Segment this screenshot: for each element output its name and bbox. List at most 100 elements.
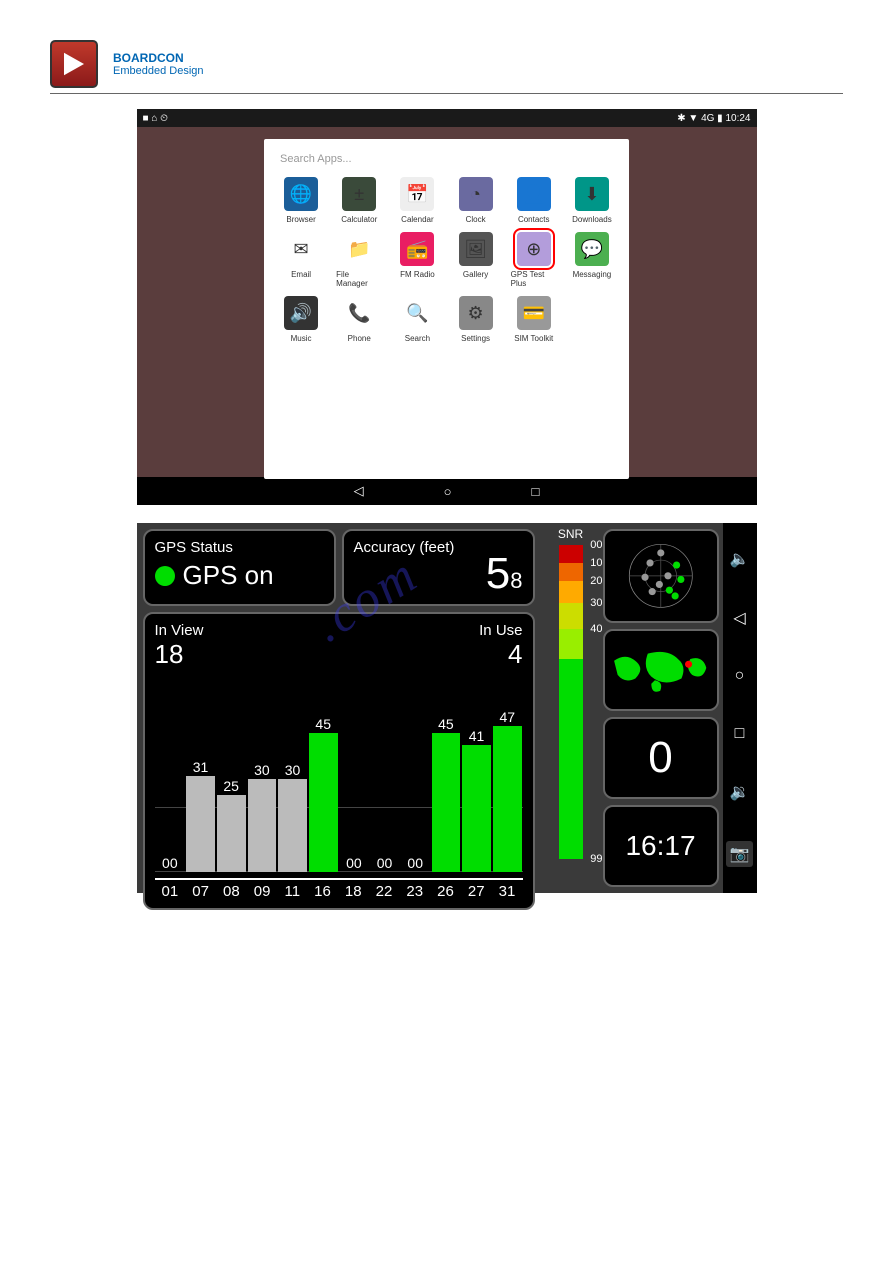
accuracy-dec: 8 — [510, 568, 522, 593]
app-label: Music — [291, 334, 312, 343]
search-apps-input[interactable]: Search Apps... — [276, 147, 617, 175]
boardcon-logo-icon — [50, 40, 98, 88]
app-icon: 📅 — [400, 177, 434, 211]
bar-value: 00 — [162, 855, 178, 871]
app-label: Browser — [286, 215, 315, 224]
bar-x-label: 23 — [406, 883, 423, 900]
sysnav-1[interactable]: ◁ — [733, 608, 745, 628]
sat-bar-31: 47 — [493, 709, 522, 872]
status-right: ✱ ▼ 4G ▮ 10:24 — [677, 113, 750, 124]
app-icon: 🖼 — [459, 232, 493, 266]
app-calculator[interactable]: ± Calculator — [334, 175, 384, 226]
app-label: Clock — [466, 215, 486, 224]
page-header: BOARDCON Embedded Design — [50, 40, 843, 94]
app-label: FM Radio — [400, 270, 435, 279]
gps-status-text: GPS on — [183, 560, 274, 591]
speed-card[interactable]: 0 — [603, 717, 719, 799]
back-button[interactable]: ◁ — [354, 483, 364, 499]
sat-bar-26: 45 — [432, 716, 461, 873]
app-icon: 📁 — [342, 232, 376, 266]
app-icon: 📞 — [342, 296, 376, 330]
sat-bar-11: 30 — [278, 762, 307, 872]
bar-fill — [248, 779, 277, 872]
sysnav-0[interactable]: 🔈 — [730, 549, 750, 569]
app-calendar[interactable]: 📅 Calendar — [392, 175, 442, 226]
accuracy-int: 5 — [486, 549, 510, 598]
recent-button[interactable]: □ — [532, 484, 540, 499]
app-search[interactable]: 🔍Search — [392, 294, 442, 345]
gps-status-card[interactable]: GPS Status GPS on — [143, 529, 336, 606]
speed-value: 0 — [648, 733, 672, 783]
bar-value: 00 — [346, 855, 362, 871]
app-label: Downloads — [572, 215, 612, 224]
app-gps-test-plus[interactable]: ⊕GPS Test Plus — [509, 230, 559, 290]
sysnav-2[interactable]: ○ — [735, 667, 745, 685]
app-sim-toolkit[interactable]: 💳SIM Toolkit — [509, 294, 559, 345]
in-use-label: In Use — [479, 622, 522, 639]
app-file-manager[interactable]: 📁File Manager — [334, 230, 384, 290]
gps-on-dot-icon — [155, 566, 175, 586]
bar-x-label: 18 — [345, 883, 362, 900]
app-label: Calculator — [341, 215, 377, 224]
brand-title: BOARDCON — [113, 51, 204, 65]
in-use-value: 4 — [479, 639, 522, 670]
sat-bar-08: 25 — [217, 778, 246, 873]
app-icon: ± — [342, 177, 376, 211]
app-email[interactable]: ✉Email — [276, 230, 326, 290]
snr-tick: 30 — [590, 597, 602, 609]
app-label: Calendar — [401, 215, 433, 224]
app-fm-radio[interactable]: 📻 FM Radio — [392, 230, 442, 290]
app-gallery[interactable]: 🖼Gallery — [451, 230, 501, 290]
app-label: Messaging — [573, 270, 612, 279]
sysnav-4[interactable]: 🔉 — [730, 782, 750, 802]
bar-x-label: 09 — [254, 883, 271, 900]
in-view-label: In View — [155, 622, 204, 639]
bar-x-label: 08 — [223, 883, 240, 900]
sysnav-5[interactable]: 📷 — [726, 841, 754, 867]
app-icon: 👤 — [517, 177, 551, 211]
bar-x-label: 07 — [192, 883, 209, 900]
snr-bars-card[interactable]: In View18 In Use4 0031253030450000004541… — [143, 612, 535, 910]
app-icon: ◔ — [459, 177, 493, 211]
in-view-value: 18 — [155, 639, 204, 670]
bar-value: 41 — [469, 728, 485, 744]
bar-x-label: 26 — [437, 883, 454, 900]
system-nav-bar: 🔈 ◁ ○ □ 🔉 📷 — [723, 523, 757, 893]
time-card[interactable]: 16:17 — [603, 805, 719, 887]
app-label: Contacts — [518, 215, 550, 224]
bar-value: 45 — [438, 716, 454, 732]
app-music[interactable]: 🔊Music — [276, 294, 326, 345]
app-phone[interactable]: 📞Phone — [334, 294, 384, 345]
accuracy-card[interactable]: Accuracy (feet) 58 — [342, 529, 535, 606]
world-map-card[interactable] — [603, 629, 719, 711]
app-icon: 🔍 — [400, 296, 434, 330]
bar-x-label: 22 — [376, 883, 393, 900]
sysnav-3[interactable]: □ — [735, 725, 745, 743]
snr-tick: 10 — [590, 557, 602, 569]
skyplot-card[interactable] — [603, 529, 719, 623]
sat-bar-01: 00 — [156, 855, 185, 872]
app-label: Settings — [461, 334, 490, 343]
app-messaging[interactable]: 💬 Messaging — [567, 230, 617, 290]
snr-tick: 00 — [590, 539, 602, 551]
app-icon: 💬 — [575, 232, 609, 266]
app-icon: 📻 — [400, 232, 434, 266]
sat-bar-23: 00 — [401, 855, 430, 872]
app-label: SIM Toolkit — [514, 334, 553, 343]
home-button[interactable]: ○ — [444, 484, 452, 499]
app-downloads[interactable]: ⬇ Downloads — [567, 175, 617, 226]
brand-subtitle: Embedded Design — [113, 65, 204, 77]
nav-bar: ◁ ○ □ — [137, 477, 757, 505]
app-browser[interactable]: 🌐Browser — [276, 175, 326, 226]
gps-test-screenshot: GPS Status GPS on Accuracy (feet) 58 In … — [137, 523, 757, 893]
bar-fill — [462, 745, 491, 872]
app-drawer: Search Apps... 🌐Browser ± Calculator 📅 Calen… — [264, 139, 629, 479]
app-clock[interactable]: ◔ Clock — [451, 175, 501, 226]
bar-value: 30 — [285, 762, 301, 778]
app-contacts[interactable]: 👤 Contacts — [509, 175, 559, 226]
app-settings[interactable]: ⚙Settings — [451, 294, 501, 345]
app-icon: ⊕ — [517, 232, 551, 266]
bar-fill — [217, 795, 246, 873]
app-icon: ⬇ — [575, 177, 609, 211]
snr-tick: 20 — [590, 575, 602, 587]
